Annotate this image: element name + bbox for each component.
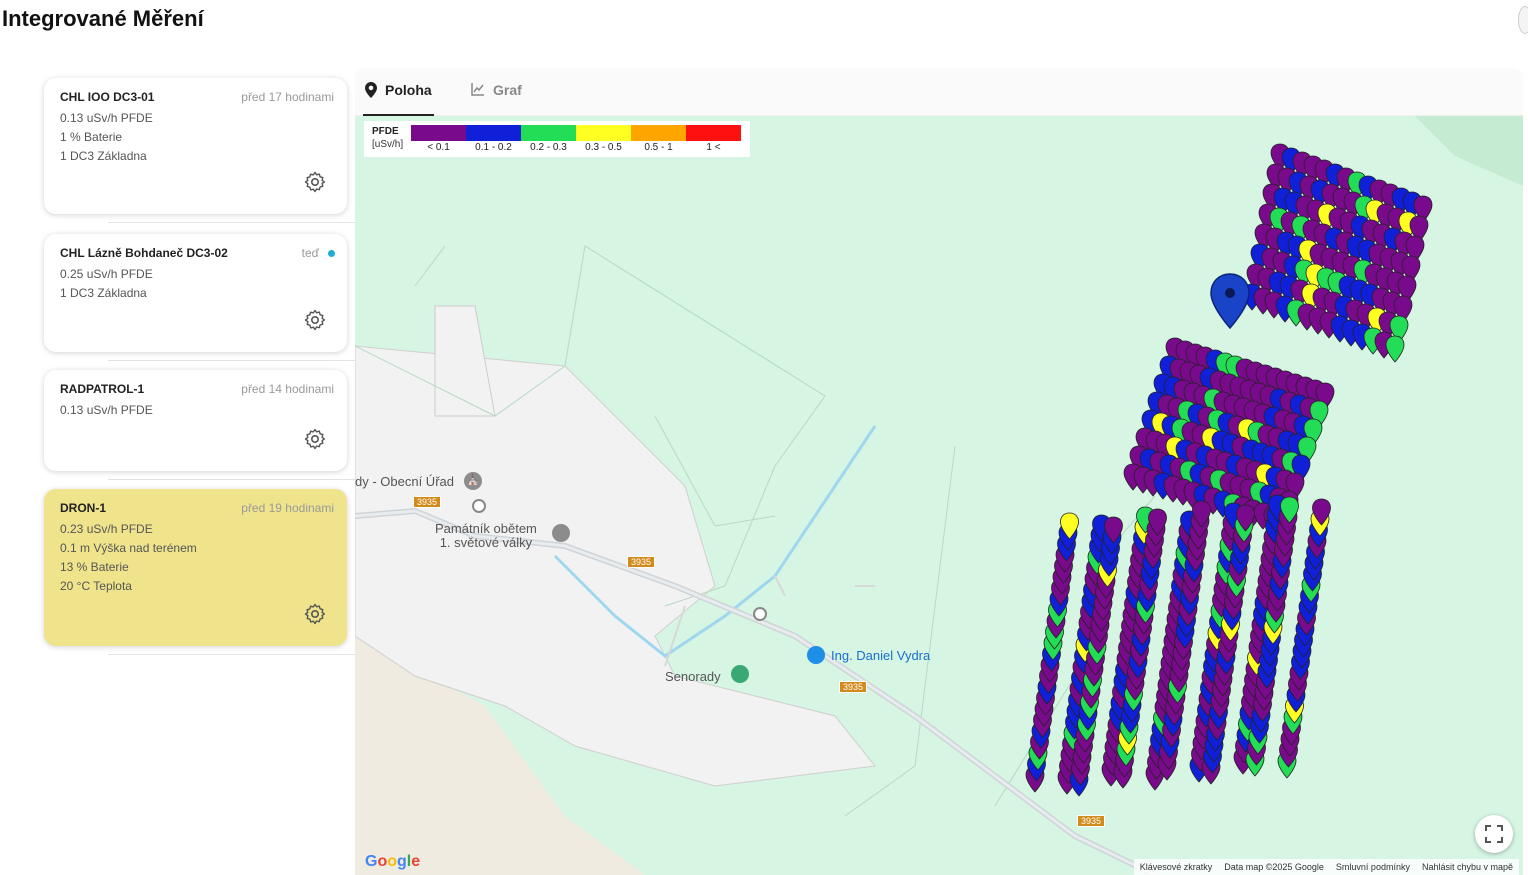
divider — [108, 479, 355, 480]
legend-label: < 0.1 — [427, 142, 450, 153]
divider — [108, 654, 355, 655]
tab-location[interactable]: Poloha — [363, 82, 434, 116]
measurement-markers — [1025, 143, 1433, 797]
tab-chart-label: Graf — [493, 82, 522, 98]
device-reading: 1 % Baterie — [60, 130, 123, 144]
lock-icon[interactable] — [807, 646, 825, 664]
legend-label: 0.2 - 0.3 — [530, 142, 567, 153]
bus-stop-icon[interactable] — [753, 607, 767, 621]
map-label-office[interactable]: dy - Obecní Úřad — [355, 474, 454, 489]
legend-unit: [uSv/h] — [372, 139, 404, 150]
legend-swatch — [576, 125, 631, 141]
legend-swatch — [686, 125, 741, 141]
device-readings: 0.13 uSv/h PFDE — [60, 401, 153, 420]
road-number-badge: 3935 — [839, 681, 868, 693]
map-panel: Poloha Graf dy - Obecní Úřad ⛪ Památník … — [355, 68, 1523, 875]
legend-label: 1 < — [706, 142, 721, 153]
settings-gear-icon[interactable] — [303, 427, 327, 451]
legend-swatch — [466, 125, 521, 141]
device-last-update: před 19 hodinami — [241, 501, 334, 515]
legend-label: 0.3 - 0.5 — [585, 142, 622, 153]
user-avatar[interactable] — [1518, 6, 1528, 34]
device-last-update: před 17 hodinami — [241, 90, 334, 104]
device-last-update: před 14 hodinami — [241, 382, 334, 396]
map-footer-link[interactable]: Smluvní podmínky — [1336, 862, 1410, 872]
map-footer-link[interactable]: Klávesové zkratky — [1140, 862, 1213, 872]
divider — [108, 222, 355, 223]
road-number-badge: 3935 — [1077, 815, 1106, 827]
selected-location-marker[interactable] — [1210, 273, 1250, 330]
building-icon[interactable]: ⛪ — [464, 472, 482, 490]
fullscreen-button[interactable] — [1475, 815, 1513, 853]
legend-swatch — [411, 125, 466, 141]
device-reading: 0.13 uSv/h PFDE — [60, 111, 153, 125]
device-reading: 1 DC3 Základna — [60, 149, 147, 163]
chart-icon — [471, 83, 484, 96]
device-reading: 20 °C Teplota — [60, 579, 132, 593]
bus-stop-icon[interactable] — [472, 499, 486, 513]
tab-bar: Poloha Graf — [355, 68, 1523, 116]
device-card[interactable]: RADPATROL-1 před 14 hodinami 0.13 uSv/h PF… — [44, 370, 347, 471]
device-readings: 0.23 uSv/h PFDE 0.1 m Výška nad terénem 13… — [60, 520, 197, 596]
memorial-pin-icon[interactable] — [552, 524, 570, 542]
tab-location-label: Poloha — [385, 82, 432, 98]
device-card[interactable]: CHL IOO DC3-01 před 17 hodinami 0.13 uSv/h… — [44, 78, 347, 214]
map-base-layer — [355, 116, 1523, 875]
road-number-badge: 3935 — [413, 496, 442, 508]
device-name: CHL Lázně Bohdaneč DC3-02 — [60, 246, 228, 260]
legend-swatch — [521, 125, 576, 141]
device-reading: 0.13 uSv/h PFDE — [60, 403, 153, 417]
map-label-business[interactable]: Ing. Daniel Vydra — [831, 648, 930, 663]
live-status-dot — [328, 250, 335, 257]
memorial-line-2: 1. světové války — [439, 535, 533, 550]
device-name: CHL IOO DC3-01 — [60, 90, 155, 104]
map-pin-icon — [365, 82, 377, 98]
map-label-village[interactable]: Senorady — [665, 669, 721, 684]
settings-gear-icon[interactable] — [303, 602, 327, 626]
google-logo: Google — [365, 853, 421, 870]
device-reading: 1 DC3 Základna — [60, 286, 147, 300]
device-card[interactable]: DRON-1 před 19 hodinami 0.23 uSv/h PFDE 0.1… — [44, 489, 347, 646]
legend-swatch — [631, 125, 686, 141]
tab-chart[interactable]: Graf — [471, 82, 522, 116]
device-reading: 0.1 m Výška nad terénem — [60, 541, 197, 555]
legend-label: 0.1 - 0.2 — [475, 142, 512, 153]
device-reading: 0.23 uSv/h PFDE — [60, 522, 153, 536]
device-name: DRON-1 — [60, 501, 107, 515]
park-icon[interactable] — [731, 665, 749, 683]
device-name: RADPATROL-1 — [60, 382, 145, 396]
measurement-point[interactable] — [1385, 335, 1405, 363]
road-number-badge: 3935 — [627, 556, 656, 568]
memorial-line-1: Památník obětem — [435, 521, 537, 536]
map-label-memorial[interactable]: Památník obětem 1. světové války — [435, 522, 537, 550]
legend-label: 0.5 - 1 — [644, 142, 673, 153]
device-readings: 0.25 uSv/h PFDE 1 DC3 Základna — [60, 265, 153, 303]
device-readings: 0.13 uSv/h PFDE 1 % Baterie 1 DC3 Základna — [60, 109, 153, 166]
device-reading: 13 % Baterie — [60, 560, 129, 574]
device-last-update: teď — [301, 246, 319, 260]
settings-gear-icon[interactable] — [303, 308, 327, 332]
device-reading: 0.25 uSv/h PFDE — [60, 267, 153, 281]
map-footer-link[interactable]: Nahlásit chybu v mapě — [1422, 862, 1513, 872]
map-footer: Klávesové zkratky Data map ©2025 Google Sm… — [1133, 859, 1519, 875]
legend-title: PFDE — [372, 126, 399, 137]
map-footer-link[interactable]: Data map ©2025 Google — [1224, 862, 1324, 872]
page-title: Integrované Měření — [2, 6, 204, 31]
divider — [108, 360, 355, 361]
device-card[interactable]: CHL Lázně Bohdaneč DC3-02 teď 0.25 uSv/h P… — [44, 234, 347, 352]
fullscreen-icon — [1485, 825, 1503, 843]
pfde-legend: PFDE [uSv/h] < 0.1 0.1 - 0.2 0.2 - 0.3 0.3 … — [364, 121, 750, 157]
map-canvas[interactable]: dy - Obecní Úřad ⛪ Památník obětem 1. svě… — [355, 116, 1523, 875]
settings-gear-icon[interactable] — [303, 170, 327, 194]
